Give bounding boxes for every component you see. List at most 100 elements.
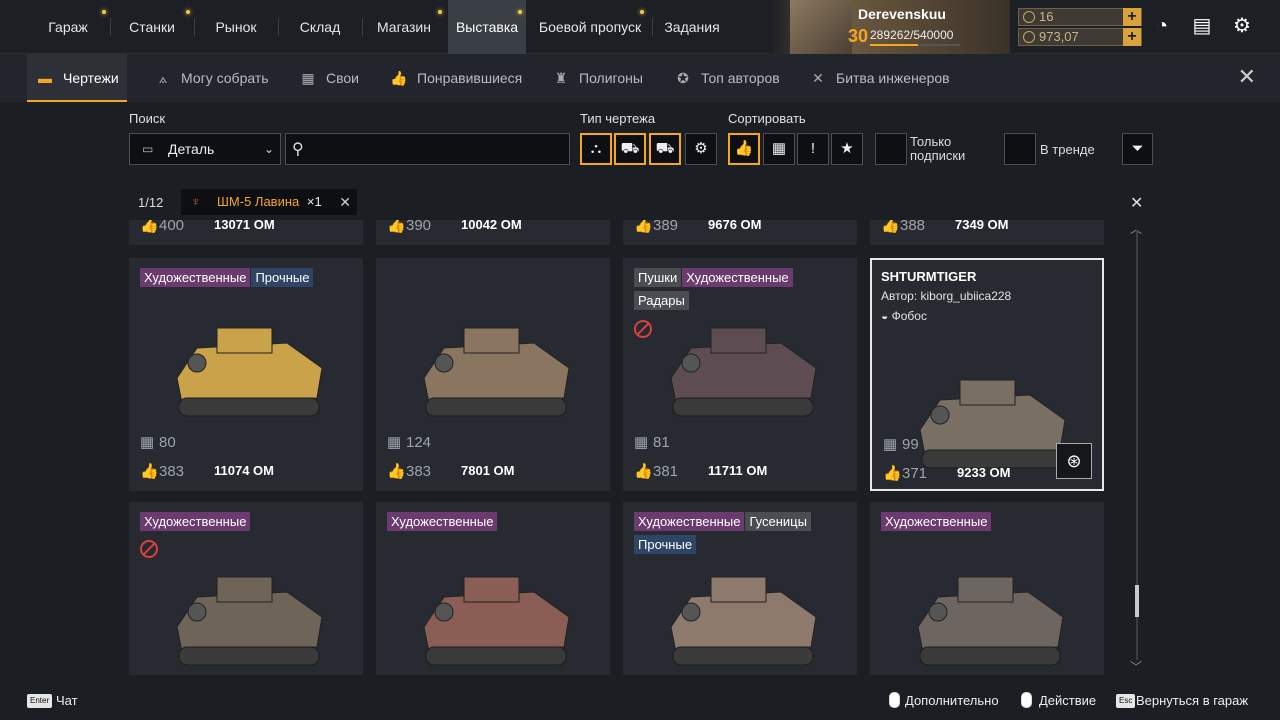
nav-tab-battle-pass[interactable]: Боевой пропуск xyxy=(532,0,648,54)
laurel-icon: ✪ xyxy=(677,70,689,86)
blueprint-grid: 👍 400 13071 ОМ 👍390 10042 ОМ 👍389 9676 ОМ 👍388 7… xyxy=(129,220,1104,675)
coin-icon xyxy=(1023,11,1035,23)
blueprint-card[interactable]: ▦ 124 👍383 7801 ОМ xyxy=(376,258,610,491)
selected-part-name: ШМ-5 Лавина xyxy=(217,194,300,209)
blueprint-card[interactable]: 👍388 7349 ОМ xyxy=(870,220,1104,245)
category-select[interactable]: ▭ Деталь ⌄ xyxy=(129,133,281,165)
likes-value: 381 xyxy=(653,463,679,480)
type-part-button[interactable]: ⚙ xyxy=(685,133,717,165)
sort-builds-button[interactable]: ▦ xyxy=(763,133,795,165)
builds-count: ▦ 99 xyxy=(883,435,919,453)
blueprint-faction: ◒ Фобос xyxy=(881,309,927,323)
nav-tab-label: Склад xyxy=(299,19,341,35)
type-drone-button[interactable]: ⛬ xyxy=(580,133,612,165)
sort-new-button[interactable]: ! xyxy=(797,133,829,165)
chat-messages-icon[interactable]: ▤ xyxy=(1190,14,1214,38)
subtab-label: Понравившиеся xyxy=(417,70,523,86)
nav-tab-quests[interactable]: Задания xyxy=(656,0,728,54)
search-input[interactable] xyxy=(285,133,570,165)
tag-list: Художественные xyxy=(881,512,1096,535)
scroll-down-icon[interactable]: ﹀ xyxy=(1130,658,1142,675)
vehicle-image xyxy=(670,327,817,417)
player-panel[interactable]: Derevenskuu 30 289262/540000 xyxy=(770,0,1010,54)
blueprint-author[interactable]: Автор: kiborg_ubiica228 xyxy=(881,289,1011,303)
subtab-top-authors[interactable]: ✪ Топ авторов xyxy=(673,54,780,102)
tools-icon: ✕ xyxy=(812,70,824,86)
player-level: 30 xyxy=(848,26,869,46)
thumbs-up-icon: 👍 xyxy=(734,140,754,157)
nav-tab-label: Магазин xyxy=(376,19,431,35)
tag-list: Художественные xyxy=(387,512,602,535)
blueprint-card[interactable]: Художественные Гусеницы Прочные xyxy=(623,502,857,675)
clear-filters-button[interactable]: ⏷ xyxy=(1122,133,1153,165)
nav-tab-storage[interactable]: Склад xyxy=(280,0,360,54)
buy-gold-button[interactable]: + xyxy=(1123,28,1141,46)
subtab-blueprints[interactable]: ▬ Чертежи xyxy=(27,54,127,102)
test-drive-button[interactable]: ⊛ xyxy=(1056,443,1092,479)
type-armored-button[interactable]: ⛟ xyxy=(649,133,681,165)
power-score: 10042 ОМ xyxy=(461,220,522,232)
subtab-engineers-battle[interactable]: ✕ Битва инженеров xyxy=(808,54,950,102)
thumbs-up-icon: 👍 xyxy=(140,463,159,480)
more-hint[interactable]: Дополнительно xyxy=(905,693,999,708)
mouse-left-icon xyxy=(1021,692,1032,708)
trending-checkbox[interactable] xyxy=(1004,133,1036,165)
esc-key-icon: Esc xyxy=(1116,694,1136,708)
blueprint-card-selected[interactable]: SHTURMTIGER Автор: kiborg_ubiica228 ◒ Фобо… xyxy=(870,258,1104,491)
scrollbar-thumb[interactable] xyxy=(1135,585,1139,617)
nav-tab-garage[interactable]: Гараж xyxy=(28,0,108,54)
close-selection-icon[interactable]: ✕ xyxy=(1130,193,1143,213)
power-score: 7801 ОМ xyxy=(461,463,515,478)
blueprint-card[interactable]: 👍390 10042 ОМ xyxy=(376,220,610,245)
subtab-label: Битва инженеров xyxy=(836,70,950,86)
blueprint-card[interactable]: Художественные xyxy=(129,502,363,675)
blueprint-card[interactable]: 👍389 9676 ОМ xyxy=(623,220,857,245)
armored-car-icon: ⛟ xyxy=(655,140,675,157)
speedometer-icon[interactable]: ◔ xyxy=(1150,14,1174,38)
vehicle-image xyxy=(670,576,817,666)
player-xp: 289262/540000 xyxy=(870,28,954,42)
type-car-button[interactable]: ⛟ xyxy=(614,133,646,165)
part-icon: ♆ xyxy=(191,194,201,209)
sort-favorite-button[interactable]: ★ xyxy=(831,133,863,165)
close-icon[interactable]: ✕ xyxy=(1238,64,1256,90)
gear-icon[interactable]: ⚙ xyxy=(1230,14,1254,38)
likes-count: 👍383 xyxy=(387,462,431,480)
compass-icon: ⟑ xyxy=(158,70,168,86)
gold-balance: 973,07 + xyxy=(1018,28,1142,46)
likes-count: 👍390 xyxy=(387,220,431,234)
blueprint-card[interactable]: Пушки ХудожественныеРадары ▦ 81 👍381 11711 ОМ xyxy=(623,258,857,491)
sort-likes-button[interactable]: 👍 xyxy=(728,133,760,165)
filter-clear-icon: ⏷ xyxy=(1131,140,1144,157)
likes-value: 400 xyxy=(159,220,185,234)
chat-button[interactable]: Чат xyxy=(56,693,78,708)
blueprint-card[interactable]: Художественные xyxy=(870,502,1104,675)
nav-tab-exhibition[interactable]: Выставка xyxy=(448,0,526,54)
power-score: 13071 ОМ xyxy=(214,220,275,232)
subtab-can-build[interactable]: ⟑ Могу собрать xyxy=(153,54,269,102)
likes-value: 388 xyxy=(900,220,926,234)
subtab-label: Свои xyxy=(326,70,359,86)
builds-value: 81 xyxy=(653,434,670,451)
tag: Прочные xyxy=(251,268,314,287)
blueprint-card[interactable]: Художественные xyxy=(376,502,610,675)
subtab-label: Полигоны xyxy=(579,70,643,86)
blueprint-card[interactable]: Художественные Прочные ▦ 80 👍383 11074 ОМ xyxy=(129,258,363,491)
subtab-own[interactable]: ▦ Свои xyxy=(298,54,359,102)
nav-tab-market[interactable]: Рынок xyxy=(196,0,276,54)
remove-chip-icon[interactable]: ✕ xyxy=(339,189,351,215)
buy-coins-button[interactable]: + xyxy=(1123,8,1141,26)
banned-icon xyxy=(140,540,158,558)
nav-tab-shop[interactable]: Магазин xyxy=(366,0,442,54)
player-avatar xyxy=(790,0,852,54)
tag: Художественные xyxy=(140,512,251,531)
action-hint[interactable]: Действие xyxy=(1039,693,1096,708)
subtab-liked[interactable]: 👍 Понравившиеся xyxy=(389,54,522,102)
nav-tab-workbenches[interactable]: Станки xyxy=(112,0,192,54)
blueprint-card[interactable]: 👍400 13071 ОМ xyxy=(129,220,363,245)
likes-count: 👍389 xyxy=(634,220,678,234)
subscriptions-only-checkbox[interactable] xyxy=(875,133,907,165)
builds-count: ▦ 80 xyxy=(140,433,176,451)
back-to-garage-button[interactable]: Вернуться в гараж xyxy=(1136,693,1248,708)
subtab-polygons[interactable]: ♜ Полигоны xyxy=(551,54,643,102)
